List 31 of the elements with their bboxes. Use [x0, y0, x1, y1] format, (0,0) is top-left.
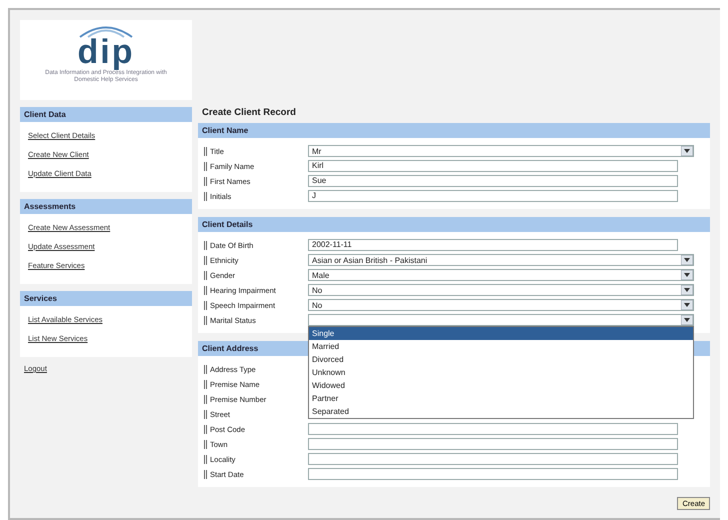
section-heading: Client Name: [198, 123, 710, 138]
text-field[interactable]: [308, 453, 678, 465]
dropdown-arrow-icon: [681, 146, 693, 156]
text-field[interactable]: [308, 468, 678, 480]
select-field[interactable]: Asian or Asian British - Pakistani: [308, 254, 694, 266]
dropdown-arrow-icon: [681, 300, 693, 310]
sidebar-heading: Assessments: [20, 199, 192, 214]
dropdown-arrow-icon: [681, 255, 693, 265]
sidebar-heading: Services: [20, 291, 192, 306]
dropdown-option[interactable]: Widowed: [309, 379, 693, 392]
page-title: Create Client Record: [201, 106, 297, 120]
dropdown-option[interactable]: Separated: [309, 405, 693, 418]
dropdown-arrow-icon: [681, 285, 693, 295]
dropdown-option[interactable]: Single: [309, 327, 693, 340]
select-field[interactable]: Mr: [308, 145, 694, 157]
text-field[interactable]: [308, 423, 678, 435]
dropdown-option[interactable]: Divorced: [309, 353, 693, 366]
dropdown-option[interactable]: Partner: [309, 392, 693, 405]
select-field[interactable]: Male: [308, 269, 694, 281]
select-field[interactable]: No: [308, 284, 694, 296]
sidebar-heading: Client Data: [20, 107, 192, 122]
text-field[interactable]: [308, 438, 678, 450]
text-field[interactable]: 2002-11-11: [308, 239, 678, 251]
select-field[interactable]: No: [308, 299, 694, 311]
dropdown-option[interactable]: Unknown: [309, 366, 693, 379]
text-field[interactable]: Kirl: [308, 160, 678, 172]
dropdown-option[interactable]: Married: [309, 340, 693, 353]
section-heading: Client Details: [198, 217, 710, 232]
text-field[interactable]: J: [308, 190, 678, 202]
text-field[interactable]: Sue: [308, 175, 678, 187]
dropdown-arrow-icon: [681, 270, 693, 280]
